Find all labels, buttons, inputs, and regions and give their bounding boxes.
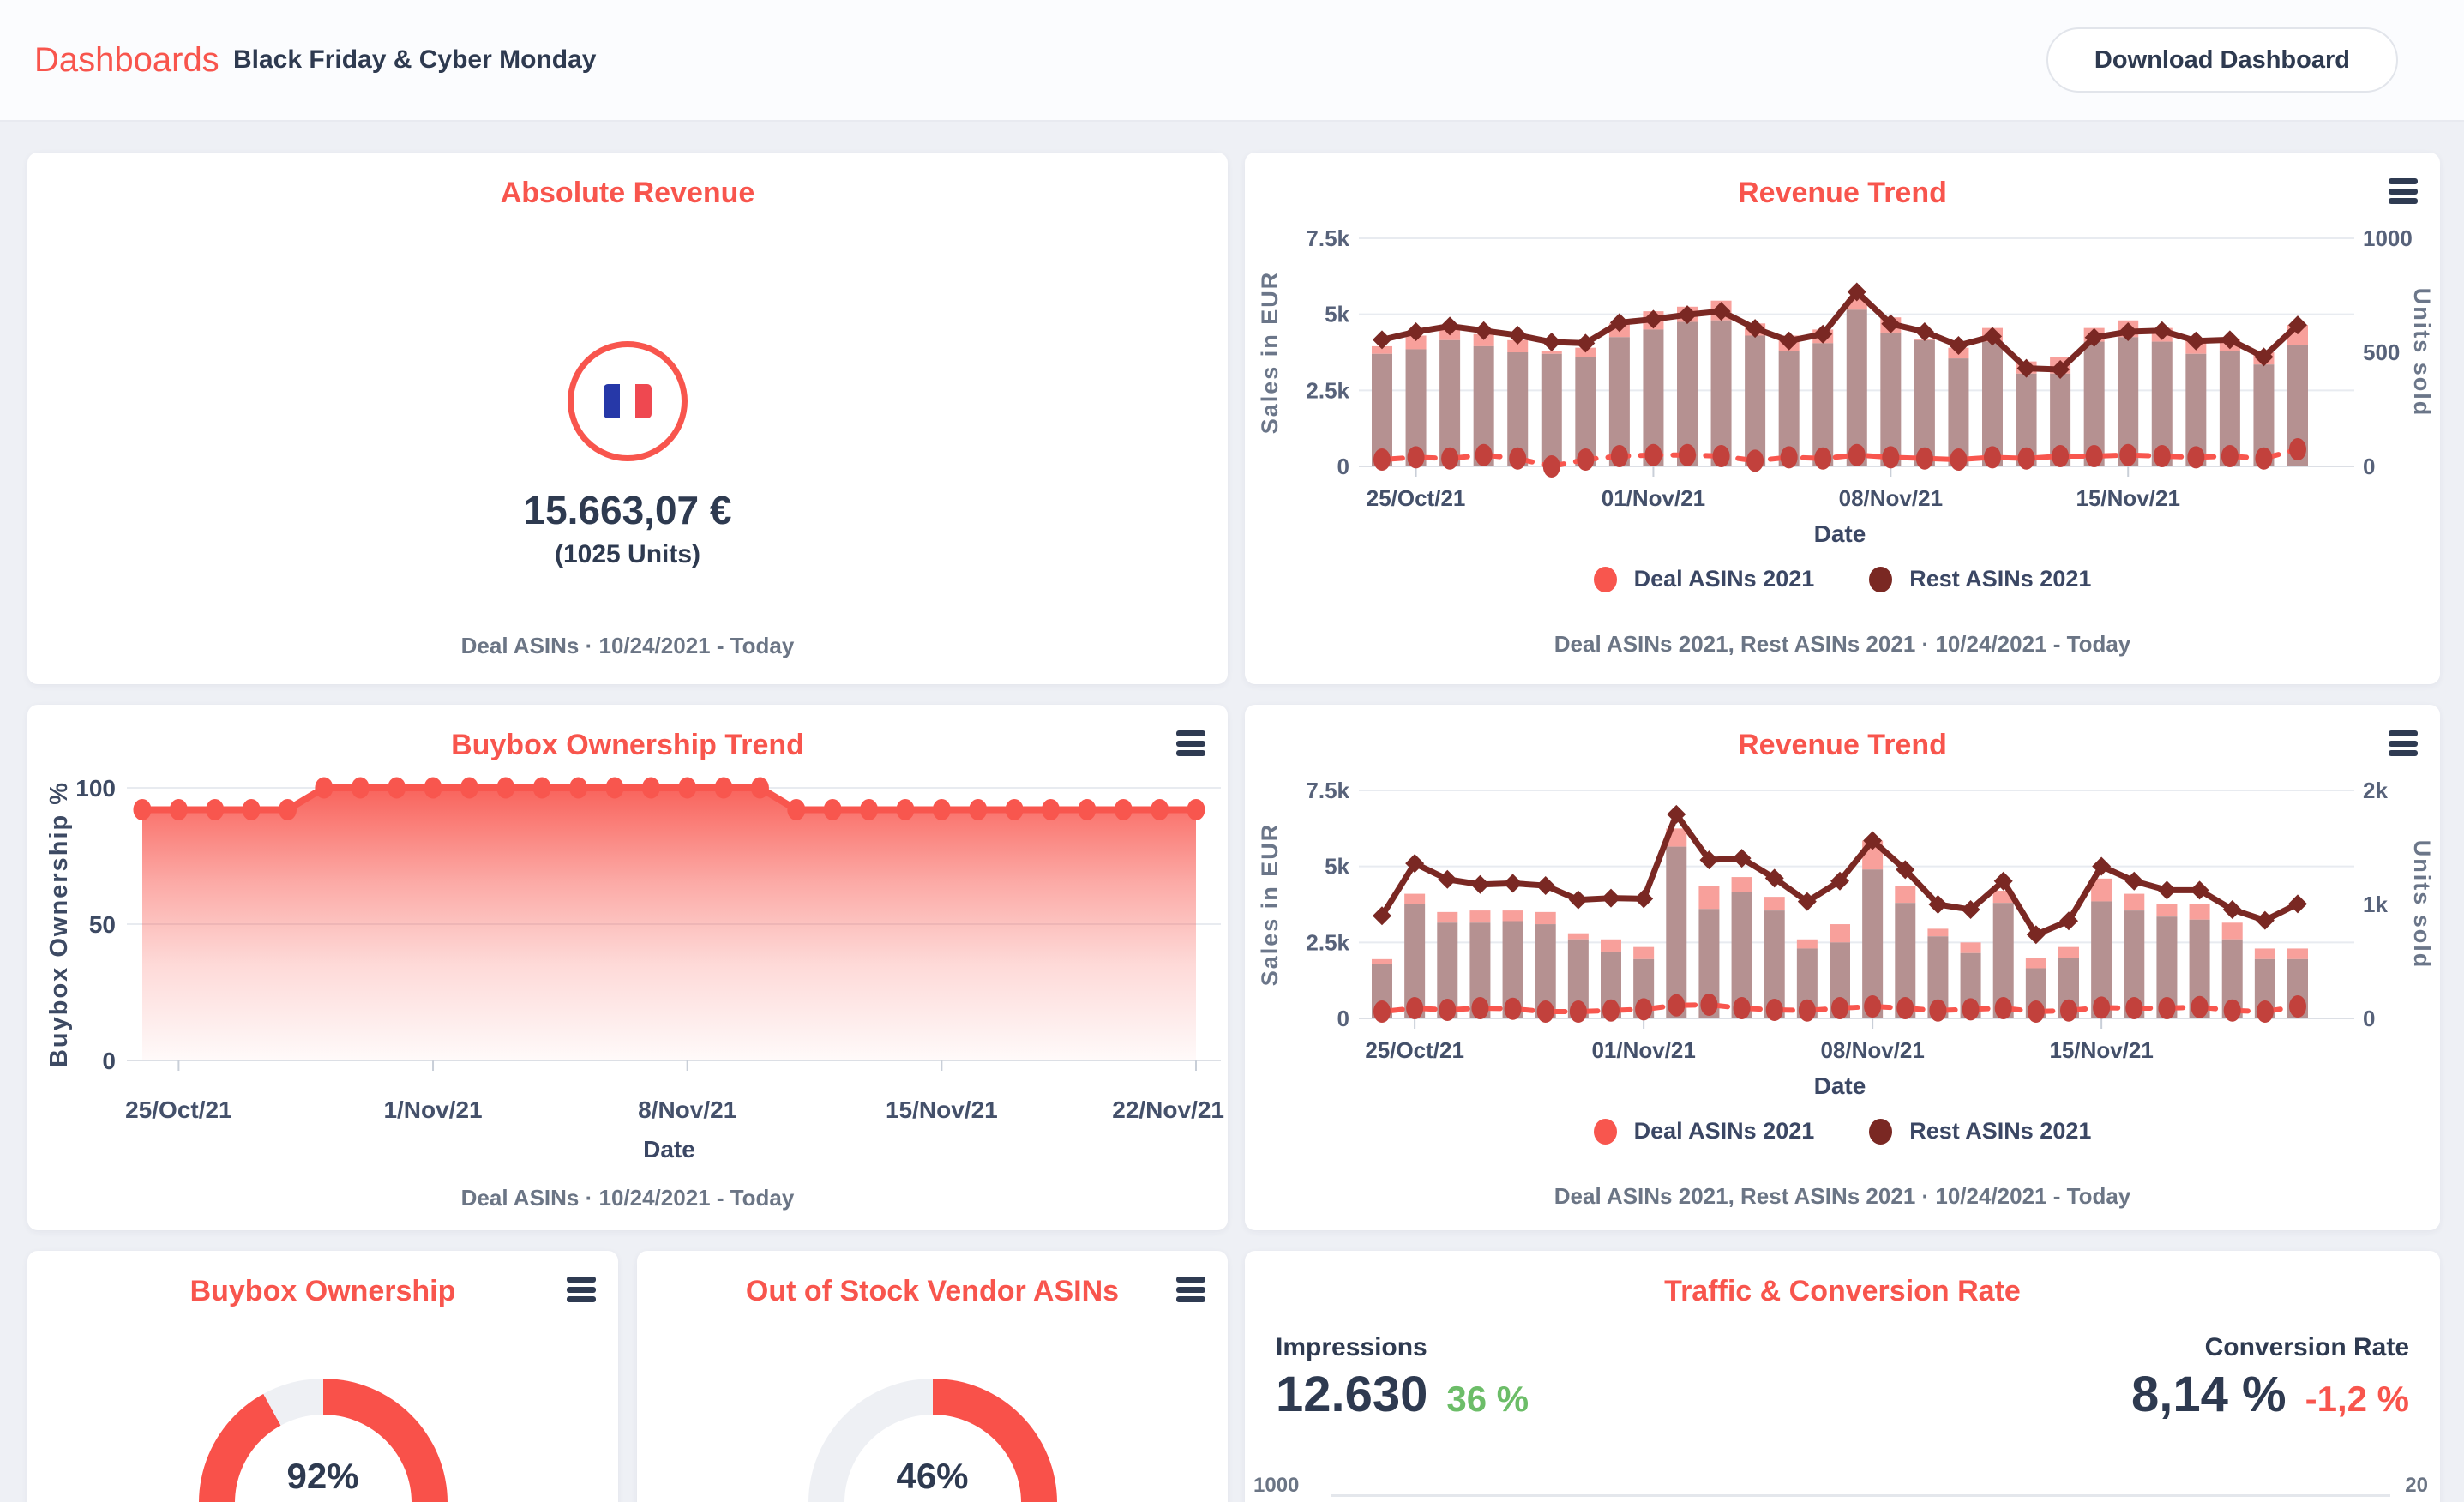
svg-text:Date: Date (1814, 520, 1866, 547)
svg-text:Sales in EUR: Sales in EUR (1257, 271, 1283, 435)
svg-text:25/Oct/21: 25/Oct/21 (1367, 485, 1466, 511)
svg-text:15/Nov/21: 15/Nov/21 (2049, 1037, 2153, 1063)
svg-text:01/Nov/21: 01/Nov/21 (1602, 485, 1705, 511)
chart-legend: Deal ASINs 2021 Rest ASINs 2021 (1245, 1118, 2440, 1145)
revenue-units: (1025 Units) (27, 540, 1228, 569)
svg-text:5k: 5k (1325, 302, 1349, 327)
svg-text:8/Nov/21: 8/Nov/21 (638, 1096, 736, 1123)
svg-text:1k: 1k (2363, 892, 2388, 917)
download-dashboard-button[interactable]: Download Dashboard (2046, 27, 2398, 93)
card-footer: Deal ASINs 2021, Rest ASINs 2021 · 10/24… (1245, 631, 2440, 658)
deal-legend-dot-icon (1594, 1119, 1617, 1145)
breadcrumb: Black Friday & Cyber Monday (233, 45, 596, 75)
svg-text:25/Oct/21: 25/Oct/21 (125, 1096, 232, 1123)
legend-label: Deal ASINs 2021 (1634, 566, 1815, 592)
legend-item-deal[interactable]: Deal ASINs 2021 (1594, 566, 1815, 592)
card-title: Traffic & Conversion Rate (1245, 1275, 2440, 1308)
svg-text:50: 50 (89, 911, 116, 938)
buybox-ownership-donut: 92% (199, 1379, 448, 1502)
card-title: Absolute Revenue (27, 177, 1228, 210)
chart-menu-icon[interactable] (1176, 1277, 1205, 1302)
donut-percent: 92% (199, 1456, 448, 1497)
deal-legend-dot-icon (1594, 567, 1617, 592)
svg-text:Date: Date (643, 1136, 695, 1163)
legend-label: Deal ASINs 2021 (1634, 1118, 1815, 1145)
svg-text:2.5k: 2.5k (1306, 929, 1349, 955)
card-title: Buybox Ownership (27, 1275, 618, 1308)
svg-text:7.5k: 7.5k (1306, 225, 1349, 251)
impressions-label: Impressions (1276, 1333, 1427, 1362)
svg-text:08/Nov/21: 08/Nov/21 (1820, 1037, 1924, 1063)
absolute-revenue-card: Absolute Revenue 15.663,07 € (1025 Units… (27, 153, 1228, 684)
svg-text:Buybox Ownership %: Buybox Ownership % (45, 781, 73, 1067)
rest-legend-dot-icon (1869, 567, 1892, 592)
oos-vendor-donut: 46% (808, 1379, 1057, 1502)
mini-axis-right-tick: 20 (2405, 1474, 2428, 1498)
svg-text:Date: Date (1814, 1072, 1866, 1099)
conversion-rate-value: 8,14 % (2131, 1366, 2287, 1423)
impressions-delta: 36 % (1446, 1379, 1529, 1420)
svg-text:Sales in EUR: Sales in EUR (1257, 823, 1283, 987)
revenue-trend-card-top: Revenue Trend 02.5k5k7.5k05001000Sales i… (1245, 153, 2440, 684)
dashboard-page: Dashboards Black Friday & Cyber Monday D… (0, 0, 2464, 1502)
card-footer: Deal ASINs · 10/24/2021 - Today (27, 633, 1228, 659)
oos-vendor-asins-card: Out of Stock Vendor ASINs 46% (637, 1251, 1228, 1502)
legend-label: Rest ASINs 2021 (1909, 566, 2091, 592)
revenue-value: 15.663,07 € (27, 487, 1228, 533)
donut-percent: 46% (808, 1456, 1057, 1497)
mini-chart-gridline (1331, 1494, 2390, 1497)
revenue-trend-chart: 0 2.5k 5k 7.5k 0 1k 2k Sales in EUR Units sold 25… (1245, 705, 2440, 1230)
traffic-conversion-card: Traffic & Conversion Rate Impressions 12… (1245, 1251, 2440, 1502)
svg-text:1000: 1000 (2363, 225, 2413, 251)
svg-text:0: 0 (102, 1048, 116, 1074)
impressions-value: 12.630 (1276, 1366, 1427, 1423)
buybox-ownership-card: Buybox Ownership 92% (27, 1251, 618, 1502)
rest-legend-dot-icon (1869, 1119, 1892, 1145)
svg-text:100: 100 (75, 775, 116, 802)
chart-legend: Deal ASINs 2021 Rest ASINs 2021 (1245, 566, 2440, 592)
conversion-rate-delta: -1,2 % (2305, 1379, 2409, 1420)
svg-text:7.5k: 7.5k (1306, 778, 1349, 803)
svg-text:Units sold: Units sold (2409, 288, 2435, 418)
card-title: Out of Stock Vendor ASINs (637, 1275, 1228, 1308)
legend-item-rest[interactable]: Rest ASINs 2021 (1869, 566, 2091, 592)
svg-text:2k: 2k (2363, 778, 2388, 803)
svg-text:0: 0 (1337, 454, 1349, 479)
legend-item-rest[interactable]: Rest ASINs 2021 (1869, 1118, 2091, 1145)
legend-label: Rest ASINs 2021 (1909, 1118, 2091, 1145)
legend-item-deal[interactable]: Deal ASINs 2021 (1594, 1118, 1815, 1145)
revenue-trend-chart: 0 2.5k 5k 7.5k 0 500 1000 Sales in EUR Units sol… (1245, 153, 2440, 684)
svg-text:Units sold: Units sold (2409, 840, 2435, 970)
svg-text:0: 0 (2363, 1006, 2375, 1031)
buybox-trend-card: Buybox Ownership Trend 050100Buybox Owne… (27, 705, 1228, 1230)
france-flag-icon (568, 341, 688, 461)
svg-text:08/Nov/21: 08/Nov/21 (1839, 485, 1943, 511)
impressions-kpi: 12.630 36 % (1276, 1366, 1529, 1423)
svg-text:01/Nov/21: 01/Nov/21 (1591, 1037, 1695, 1063)
conversion-rate-kpi: 8,14 % -1,2 % (2131, 1366, 2409, 1423)
svg-text:15/Nov/21: 15/Nov/21 (2076, 485, 2180, 511)
svg-text:22/Nov/21: 22/Nov/21 (1112, 1096, 1224, 1123)
svg-text:25/Oct/21: 25/Oct/21 (1365, 1037, 1464, 1063)
mini-axis-left-tick: 1000 (1253, 1474, 1299, 1498)
buybox-trend-chart: 0 50 100Buybox Ownership % 25/Oct/21 1/Nov/2… (27, 705, 1228, 1230)
chart-menu-icon[interactable] (567, 1277, 596, 1302)
card-footer: Deal ASINs 2021, Rest ASINs 2021 · 10/24… (1245, 1183, 2440, 1210)
svg-text:0: 0 (2363, 454, 2375, 479)
conversion-rate-label: Conversion Rate (2205, 1333, 2409, 1362)
card-footer: Deal ASINs · 10/24/2021 - Today (27, 1185, 1228, 1211)
svg-text:1/Nov/21: 1/Nov/21 (383, 1096, 482, 1123)
revenue-trend-card-bottom: Revenue Trend 02.5k5k7.5k01k2kSales in E… (1245, 705, 2440, 1230)
svg-text:15/Nov/21: 15/Nov/21 (886, 1096, 998, 1123)
svg-text:2.5k: 2.5k (1306, 377, 1349, 403)
nav-dashboards[interactable]: Dashboards (34, 41, 219, 80)
svg-text:500: 500 (2363, 339, 2400, 365)
top-header: Dashboards Black Friday & Cyber Monday D… (0, 0, 2464, 122)
svg-text:5k: 5k (1325, 854, 1349, 880)
svg-text:0: 0 (1337, 1006, 1349, 1031)
